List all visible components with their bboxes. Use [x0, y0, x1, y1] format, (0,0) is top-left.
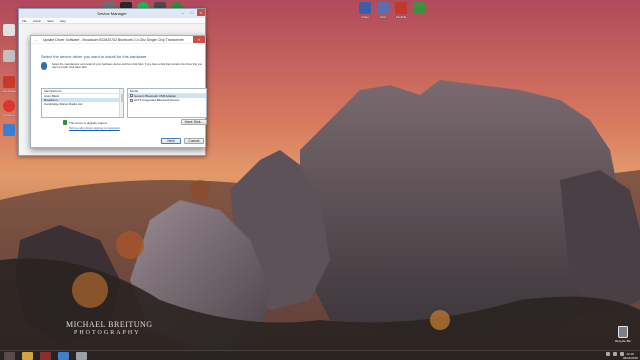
desktop-icon-filezilla[interactable]: FileZilla [392, 2, 410, 19]
dialog-instructions: Select the manufacturer and model of you… [52, 63, 202, 70]
desktop-icon-label: Handbrake [1, 89, 17, 93]
signed-status: This driver is digitally signed. [69, 121, 108, 125]
desktop-icon-handbrake[interactable]: Handbrake [0, 76, 18, 93]
desktop-icon-shot[interactable]: Shot [374, 2, 392, 19]
wallpaper-watermark: MICHAEL BREITUNG PHOTOGRAPHY [66, 320, 153, 338]
back-arrow-icon[interactable]: ← [34, 37, 39, 43]
dialog-close-button[interactable]: × [193, 36, 205, 43]
menu-file[interactable]: File [22, 19, 27, 23]
taskbar: 12:16 06/11/2015 [0, 350, 640, 360]
taskbar-app[interactable] [58, 352, 69, 360]
manufacturer-list[interactable]: Manufacturer Atom Block Broadcom Cambrid… [41, 88, 124, 118]
dialog-titlebar[interactable]: ← Update Driver Software - Broadcom BCM2… [31, 36, 205, 44]
start-button[interactable] [4, 352, 15, 360]
clock-date: 06/11/2015 [623, 355, 638, 360]
driver-icon [130, 98, 133, 102]
desktop-icon-video[interactable]: Video [356, 2, 374, 19]
model-list[interactable]: Model Generic Bluetooth USB Adapter AVTS… [127, 88, 207, 118]
watermark-sub: PHOTOGRAPHY [74, 330, 141, 336]
camera-app-icon [377, 2, 389, 14]
minimize-button[interactable]: – [179, 9, 187, 16]
update-driver-dialog: ← Update Driver Software - Broadcom BCM2… [30, 35, 207, 148]
filezilla-icon [395, 2, 407, 14]
desktop-icon-left-5[interactable] [0, 124, 18, 136]
desktop-icon-pandora[interactable]: Pandora [0, 100, 18, 117]
have-disk-button[interactable]: Have Disk... [181, 119, 207, 125]
dialog-heading: Select the device driver you want to ins… [41, 54, 148, 59]
system-tray [606, 352, 624, 356]
cancel-button[interactable]: Cancel [184, 138, 204, 144]
video-app-icon [359, 2, 371, 14]
desktop-icon-label: FileZilla [395, 15, 407, 19]
model-item-label: AVTS Integrated Bluetooth Device [134, 97, 180, 102]
app-icon [3, 124, 15, 136]
desktop-icon-left-2[interactable] [0, 50, 18, 62]
watermark-name: MICHAEL BREITUNG [66, 320, 153, 329]
device-manager-title: Device Manager [97, 11, 127, 16]
maximize-button[interactable]: □ [188, 9, 196, 16]
taskbar-media[interactable] [40, 352, 51, 360]
menu-action[interactable]: Action [33, 19, 41, 23]
signed-driver-icon [63, 120, 67, 125]
recycle-bin-icon [618, 326, 628, 338]
desktop-icon-label: Video [361, 15, 369, 19]
close-button[interactable]: × [197, 9, 205, 16]
taskbar-device-manager[interactable] [76, 352, 87, 360]
tray-arrow-icon[interactable] [606, 352, 610, 356]
manufacturer-item[interactable]: Cambridge Silicon Radio Ltd. [42, 102, 123, 106]
recycle-bin-label: Recycle Bin [615, 339, 631, 343]
why-signing-link[interactable]: Tell me why driver signing is important [69, 126, 120, 130]
scroll-thumb[interactable] [120, 94, 124, 102]
manufacturer-scrollbar[interactable] [119, 89, 124, 117]
desktop-icon-left-1[interactable] [0, 24, 18, 36]
system-clock[interactable]: 12:16 06/11/2015 [623, 352, 638, 360]
pandora-icon [3, 100, 15, 112]
app-icon [3, 50, 15, 62]
recycle-bin[interactable]: Recycle Bin [614, 326, 632, 343]
network-icon[interactable] [613, 352, 617, 356]
bluetooth-icon [41, 62, 47, 70]
dialog-caption: Update Driver Software - Broadcom BCM207… [43, 38, 184, 42]
model-item-label: Generic Bluetooth USB Adapter [134, 93, 177, 98]
desktop-icon-app[interactable] [410, 2, 428, 14]
taskbar-explorer[interactable] [22, 352, 33, 360]
menu-view[interactable]: View [47, 19, 53, 23]
app-icon [413, 2, 425, 14]
document-icon [3, 24, 15, 36]
handbrake-icon [3, 76, 15, 88]
device-manager-titlebar[interactable]: Device Manager – □ × [19, 9, 205, 18]
desktop-icon-label: Pandora [3, 113, 15, 117]
next-button[interactable]: Next [161, 138, 181, 144]
desktop-icon-label: Shot [379, 15, 387, 19]
driver-icon [130, 94, 133, 98]
device-manager-menubar: File Action View Help [19, 18, 205, 24]
menu-help[interactable]: Help [60, 19, 66, 23]
model-item[interactable]: AVTS Integrated Bluetooth Device [128, 98, 206, 102]
